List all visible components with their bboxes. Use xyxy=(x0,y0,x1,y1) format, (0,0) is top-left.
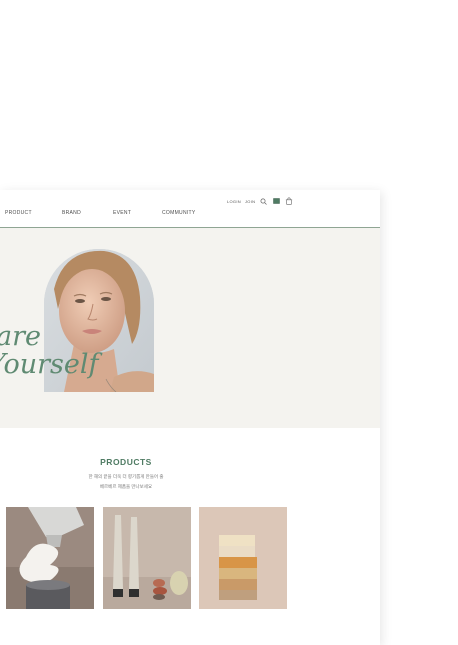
nav-item-community[interactable]: COMMUNITY xyxy=(162,210,196,216)
nav-item-brand[interactable]: BRAND xyxy=(62,210,81,216)
section-title: PRODUCTS xyxy=(100,457,152,467)
join-link[interactable]: JOIN xyxy=(245,199,255,204)
hero-banner: are Yourself xyxy=(0,228,380,428)
card-icon[interactable] xyxy=(273,198,280,204)
site-header: PRODUCT BRAND EVENT COMMUNITY LOGIN JOIN xyxy=(0,190,380,228)
search-icon[interactable] xyxy=(260,198,267,205)
login-link[interactable]: LOGIN xyxy=(227,199,241,204)
hero-headline-line2: Yourself xyxy=(0,349,99,380)
section-description-line2: 베르베르 제품을 만나보세요 xyxy=(99,484,153,489)
section-description-line1: 한 해의 끝을 더욱 더 향기롭게 만들어 줄 xyxy=(88,474,164,479)
soap-stack-image[interactable] xyxy=(199,507,287,609)
nav-item-event[interactable]: EVENT xyxy=(113,210,131,216)
hero-headline-line1: are xyxy=(0,321,41,352)
tube-product-image[interactable] xyxy=(6,507,94,609)
bag-icon[interactable] xyxy=(285,197,293,205)
website-mockup: PRODUCT BRAND EVENT COMMUNITY LOGIN JOIN xyxy=(0,190,380,645)
pen-product-image[interactable] xyxy=(103,507,191,609)
nav-item-product[interactable]: PRODUCT xyxy=(5,210,32,216)
